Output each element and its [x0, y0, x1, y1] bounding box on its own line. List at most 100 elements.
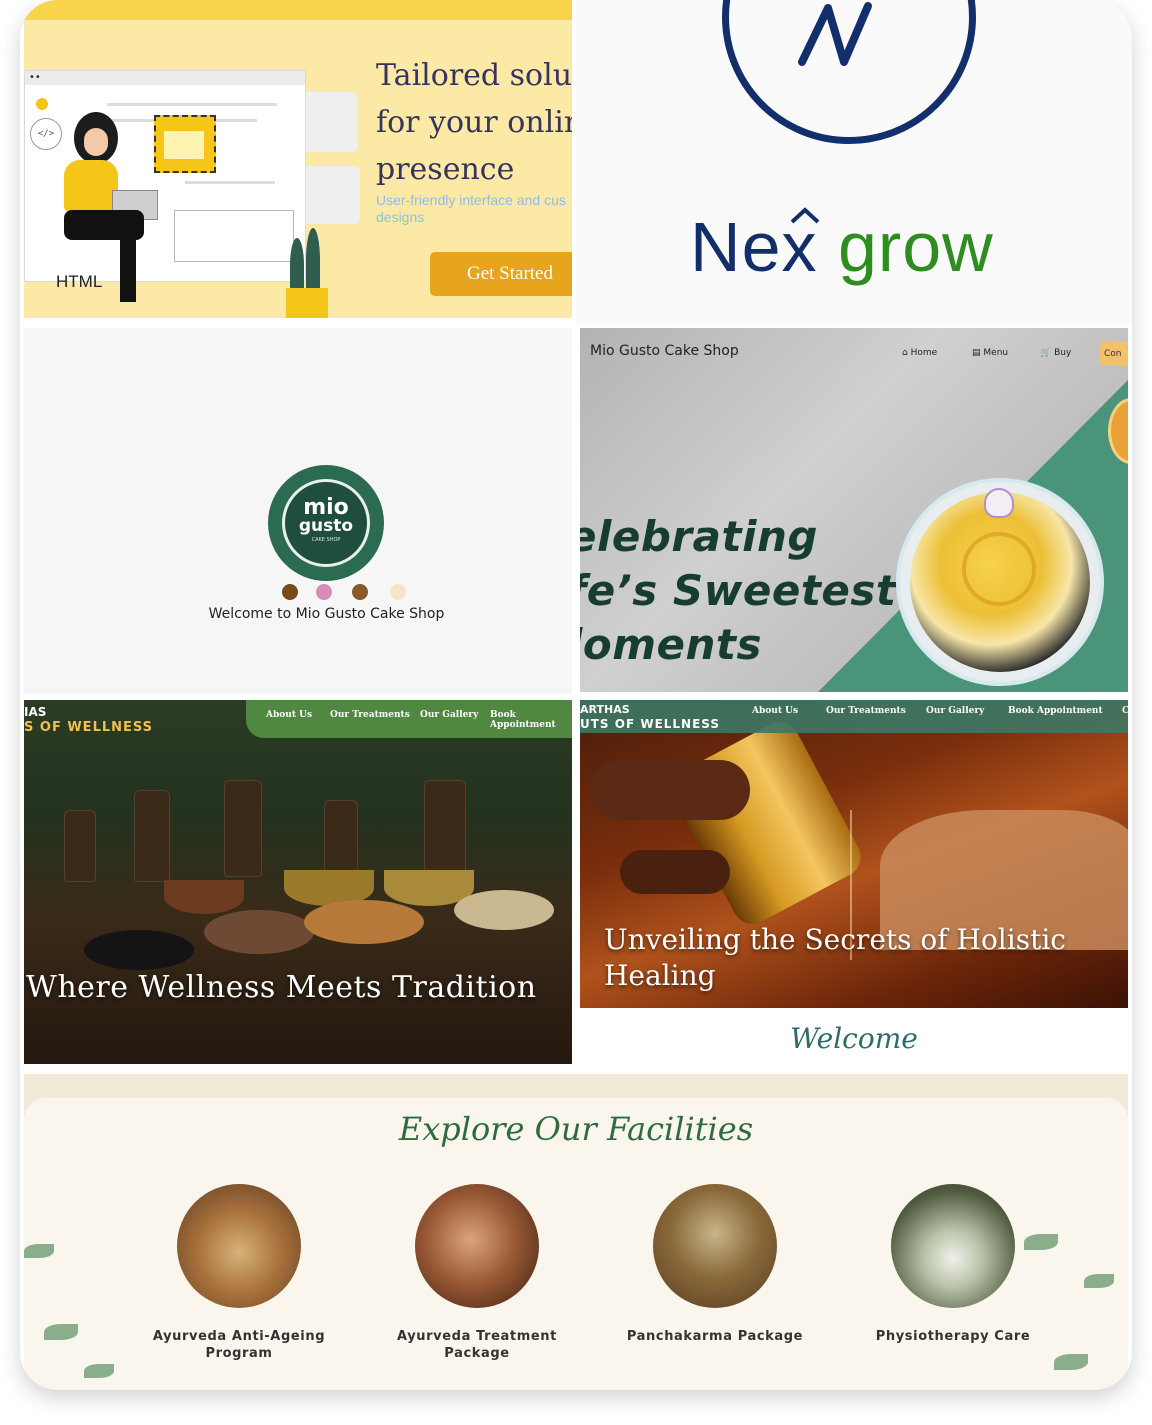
wordmark-grow: grow [837, 208, 994, 286]
cupcake-icon [316, 584, 332, 600]
hero-headline: Where Wellness Meets Tradition [26, 970, 537, 1005]
logo-cake-shop-text: CAKE SHOP [311, 537, 341, 543]
miogusto-hero-tile[interactable]: Mio Gusto Cake Shop ⌂ Home ▤ Menu 🛒 Buy … [580, 328, 1128, 692]
facility-card[interactable]: Ayurveda Treatment Package [362, 1184, 592, 1362]
mountain-icon [164, 131, 204, 159]
nexgrow-logo-tile[interactable]: Nex grow [576, 0, 1132, 324]
wellness-tradition-tile[interactable]: IAS S OF WELLNESS About Us Our Treatment… [24, 700, 572, 1064]
wire-line [185, 181, 275, 184]
top-accent-bar [24, 0, 572, 20]
navigation-bar: ARTHAS UTS OF WELLNESS About Us Our Trea… [580, 700, 1128, 733]
facility-label: Ayurveda Treatment Package [397, 1329, 557, 1361]
swiss-roll-cake [910, 492, 1090, 672]
vine-leaf [44, 1324, 78, 1340]
oil-vessel-image [664, 715, 868, 931]
facilities-title: Explore Our Facilities [398, 1110, 754, 1148]
get-started-button[interactable]: Get Started [430, 252, 572, 296]
portfolio-collage-card: •• </> HTML Tailored solut for your onli… [20, 0, 1132, 1390]
nav-our-treatments[interactable]: Our Treatments [330, 710, 410, 720]
plant-leaf [290, 238, 304, 292]
wordmark-ex: ex [741, 208, 818, 286]
vine-leaf [24, 1244, 54, 1258]
nav-book-appointment[interactable]: Book Appointment [490, 710, 572, 730]
spice-heap [204, 910, 314, 954]
spice-bottle [64, 810, 96, 882]
vine-leaf [1054, 1354, 1088, 1370]
spice-bottle [134, 790, 170, 882]
herb-pot-image [653, 1184, 777, 1308]
wireframe-box [174, 210, 294, 262]
window-dots-icon: •• [29, 72, 41, 83]
nav-our-gallery[interactable]: Our Gallery [420, 710, 478, 720]
contact-button[interactable]: Con [1100, 342, 1128, 366]
pepper-heap [84, 930, 194, 970]
facility-label: Ayurveda Anti-Ageing Program [152, 1329, 326, 1361]
cake-plate-image [896, 478, 1104, 686]
nav-home-label: Home [910, 348, 938, 358]
brand-name-line1[interactable]: IAS [24, 705, 46, 719]
spice-bottle [224, 780, 262, 877]
herbal-bowl-image [177, 1184, 301, 1308]
vine-leaf [84, 1364, 114, 1378]
mortar-pestle-image [891, 1184, 1015, 1308]
tailored-solutions-tile[interactable]: •• </> HTML Tailored solut for your onli… [24, 0, 572, 318]
logo-monogram-icon [798, 2, 872, 66]
hand-image [620, 850, 730, 894]
welcome-heading: Welcome [790, 1022, 918, 1055]
donut-icon [282, 584, 298, 600]
wire-line [107, 103, 277, 106]
nav-contact-partial[interactable]: C [1122, 706, 1128, 716]
nav-about-us[interactable]: About Us [752, 706, 798, 716]
spice-heap [304, 900, 424, 944]
nav-buy[interactable]: 🛒 Buy [1040, 348, 1071, 358]
facility-label: Physiotherapy Care [875, 1329, 1031, 1344]
nav-book-appointment[interactable]: Book Appointment [1008, 706, 1103, 716]
hero-subtext: User-friendly interface and cus designs [376, 192, 566, 225]
plant-leaf [306, 228, 320, 292]
facility-card[interactable]: Ayurveda Anti-Ageing Program [124, 1184, 354, 1362]
hand-image [590, 760, 750, 820]
miogusto-logo: mio gusto CAKE SHOP [268, 465, 384, 581]
person-shirt [64, 160, 118, 212]
macaron-icon [390, 584, 406, 600]
code-icon: </> [30, 118, 62, 150]
nav-about-us[interactable]: About Us [266, 710, 312, 720]
logo-gusto-text: gusto [298, 516, 354, 536]
html-label: HTML [56, 272, 103, 291]
wordmark-n: N [690, 208, 742, 286]
brand-name-line1[interactable]: ARTHAS [580, 703, 630, 716]
facility-card[interactable]: Physiotherapy Care [838, 1184, 1068, 1345]
massage-image [415, 1184, 539, 1308]
nav-home[interactable]: ⌂ Home [902, 348, 937, 358]
vine-leaf [1084, 1274, 1114, 1288]
holistic-healing-tile[interactable]: ARTHAS UTS OF WELLNESS About Us Our Trea… [580, 700, 1128, 1008]
nav-buy-label: Buy [1054, 348, 1072, 358]
hero-headline: Unveiling the Secrets of Holistic Healin… [604, 923, 1066, 992]
cake-swirl [962, 532, 1036, 606]
brand-name-line2[interactable]: UTS OF WELLNESS [580, 717, 720, 731]
cart-icon: 🛒 [1040, 348, 1052, 358]
shop-name[interactable]: Mio Gusto Cake Shop [590, 343, 739, 359]
facility-card[interactable]: Panchakarma Package [600, 1184, 830, 1345]
navigation-bar: About Us Our Treatments Our Gallery Book… [246, 700, 572, 738]
nav-menu-label: Menu [983, 348, 1009, 358]
browser-titlebar: •• [25, 71, 305, 85]
nav-our-gallery[interactable]: Our Gallery [926, 706, 984, 716]
sun-icon [36, 98, 48, 110]
image-placeholder-icon [154, 115, 216, 173]
spice-bowl [164, 880, 244, 914]
logo-mio-text: mio [303, 495, 349, 520]
cookie-icon [352, 584, 368, 600]
person-shin [120, 232, 136, 302]
logo-badge: mio gusto CAKE SHOP [282, 479, 370, 567]
ghost-image-card [302, 92, 358, 152]
nav-menu[interactable]: ▤ Menu [972, 348, 1008, 358]
menu-icon: ▤ [972, 348, 981, 358]
brand-name-line2[interactable]: S OF WELLNESS [24, 720, 153, 735]
spice-bottle [324, 800, 358, 872]
nav-our-treatments[interactable]: Our Treatments [826, 706, 906, 716]
facilities-section: Explore Our Facilities Ayurveda Anti-Age… [24, 1074, 1128, 1390]
miogusto-intro-tile[interactable]: mio gusto CAKE SHOP Welcome to Mio Gusto… [24, 328, 572, 694]
hero-headline: elebrating fe’s Sweetest loments [580, 512, 897, 669]
person-face [84, 128, 108, 156]
